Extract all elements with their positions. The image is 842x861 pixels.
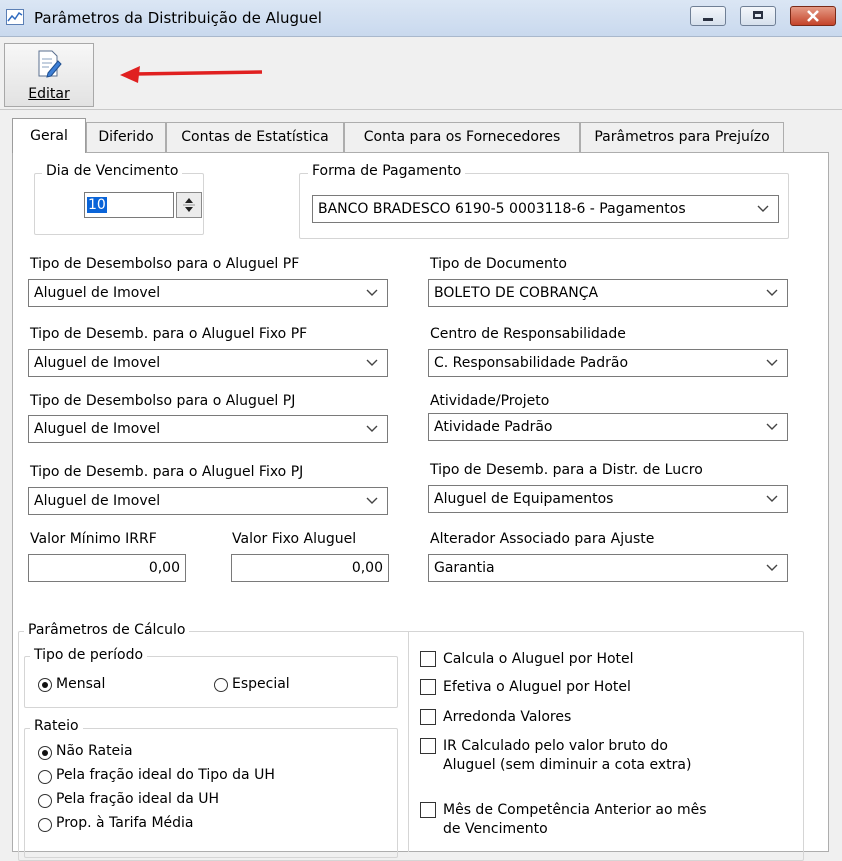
- label-valor-minimo-irrf: Valor Mínimo IRRF: [30, 531, 157, 547]
- input-valor-fixo-aluguel[interactable]: 0,00: [231, 554, 389, 582]
- chevron-down-icon: [766, 423, 778, 430]
- value-desembolso-fixo-pf: Aluguel de Imovel: [34, 355, 161, 371]
- radio-nao-rateia-label: Não Rateia: [56, 743, 133, 759]
- dia-vencimento-spinner[interactable]: [176, 192, 202, 218]
- chevron-down-icon: [757, 205, 769, 212]
- chevron-down-icon: [766, 564, 778, 571]
- maximize-button[interactable]: [740, 6, 776, 26]
- check-efetiva-hotel[interactable]: [420, 679, 436, 695]
- tab-contas-estatistica[interactable]: Contas de Estatística: [166, 122, 344, 152]
- check-arredonda[interactable]: [420, 709, 436, 725]
- radio-especial-label: Especial: [232, 676, 290, 692]
- tab-conta-fornecedores[interactable]: Conta para os Fornecedores: [344, 122, 580, 152]
- check-mes-competencia-label: Mês de Competência Anterior ao mês de Ve…: [443, 802, 707, 837]
- tab-parametros-prejuizo[interactable]: Parâmetros para Prejuízo: [580, 122, 784, 152]
- radio-fracao-tipo-uh[interactable]: [38, 770, 52, 784]
- chevron-down-icon: [766, 495, 778, 502]
- value-atividade-projeto: Atividade Padrão: [434, 419, 553, 435]
- check-calcula-hotel-label: Calcula o Aluguel por Hotel: [443, 651, 634, 667]
- window-title: Parâmetros da Distribuição de Aluguel: [34, 9, 322, 27]
- radio-fracao-uh-label: Pela fração ideal da UH: [56, 791, 220, 807]
- radio-mensal[interactable]: [38, 678, 52, 692]
- check-calcula-hotel[interactable]: [420, 651, 436, 667]
- label-centro-responsabilidade: Centro de Responsabilidade: [430, 326, 626, 342]
- label-valor-fixo-aluguel: Valor Fixo Aluguel: [232, 531, 357, 547]
- value-distr-lucro: Aluguel de Equipamentos: [434, 491, 614, 507]
- dia-vencimento-input[interactable]: 10: [84, 192, 174, 218]
- rateio-legend: Rateio: [30, 718, 83, 734]
- select-desembolso-pj[interactable]: Aluguel de Imovel: [28, 415, 388, 443]
- chart-line-icon: [6, 9, 24, 25]
- chevron-down-icon: [766, 359, 778, 366]
- tab-diferido[interactable]: Diferido: [86, 122, 166, 152]
- select-desembolso-pf[interactable]: Aluguel de Imovel: [28, 279, 388, 307]
- radio-mensal-label: Mensal: [56, 676, 106, 692]
- value-alterador-ajuste: Garantia: [434, 560, 495, 576]
- minimize-button[interactable]: [690, 6, 726, 26]
- radio-tarifa-media[interactable]: [38, 818, 52, 832]
- value-desembolso-pf: Aluguel de Imovel: [34, 285, 161, 301]
- red-arrow-annotation: [120, 66, 263, 83]
- chevron-down-icon: [366, 289, 378, 296]
- radio-fracao-tipo-uh-label: Pela fração ideal do Tipo da UH: [56, 767, 275, 783]
- close-icon: [807, 10, 819, 22]
- value-desembolso-fixo-pj: Aluguel de Imovel: [34, 493, 161, 509]
- chevron-down-icon: [366, 359, 378, 366]
- radio-fracao-uh[interactable]: [38, 794, 52, 808]
- tab-geral[interactable]: Geral: [12, 118, 86, 153]
- input-valor-minimo-irrf[interactable]: 0,00: [28, 554, 186, 582]
- calculo-legend: Parâmetros de Cálculo: [24, 622, 190, 638]
- value-tipo-documento: BOLETO DE COBRANÇA: [434, 285, 599, 301]
- value-desembolso-pj: Aluguel de Imovel: [34, 421, 161, 437]
- value-centro-responsabilidade: C. Responsabilidade Padrão: [434, 355, 629, 371]
- label-alterador-ajuste: Alterador Associado para Ajuste: [430, 531, 655, 547]
- check-efetiva-hotel-label: Efetiva o Aluguel por Hotel: [443, 679, 631, 695]
- chevron-down-icon: [366, 425, 378, 432]
- select-desembolso-fixo-pf[interactable]: Aluguel de Imovel: [28, 349, 388, 377]
- spinner-arrows-icon: [183, 198, 195, 212]
- maximize-icon: [753, 11, 763, 19]
- radio-nao-rateia[interactable]: [38, 746, 52, 760]
- forma-pagamento-legend: Forma de Pagamento: [308, 163, 466, 179]
- radio-especial[interactable]: [214, 678, 228, 692]
- label-desembolso-fixo-pf: Tipo de Desemb. para o Aluguel Fixo PF: [30, 326, 308, 342]
- calculo-divider: [408, 632, 409, 852]
- check-arredonda-label: Arredonda Valores: [443, 709, 572, 725]
- forma-pagamento-value: BANCO BRADESCO 6190-5 0003118-6 - Pagame…: [318, 201, 686, 217]
- select-atividade-projeto[interactable]: Atividade Padrão: [428, 413, 788, 441]
- tipo-periodo-legend: Tipo de período: [30, 647, 148, 663]
- select-tipo-documento[interactable]: BOLETO DE COBRANÇA: [428, 279, 788, 307]
- minimize-icon: [703, 18, 713, 21]
- close-button[interactable]: [790, 6, 836, 26]
- select-distr-lucro[interactable]: Aluguel de Equipamentos: [428, 485, 788, 513]
- label-desembolso-fixo-pj: Tipo de Desemb. para o Aluguel Fixo PJ: [30, 464, 304, 480]
- label-desembolso-pj: Tipo de Desembolso para o Aluguel PJ: [30, 393, 296, 409]
- label-desembolso-pf: Tipo de Desembolso para o Aluguel PF: [30, 256, 300, 272]
- check-ir-bruto-label: IR Calculado pelo valor bruto do Aluguel…: [443, 738, 692, 773]
- select-centro-responsabilidade[interactable]: C. Responsabilidade Padrão: [428, 349, 788, 377]
- edit-button-label: Editar: [28, 86, 70, 102]
- select-alterador-ajuste[interactable]: Garantia: [428, 554, 788, 582]
- forma-pagamento-select[interactable]: BANCO BRADESCO 6190-5 0003118-6 - Pagame…: [312, 195, 779, 223]
- chevron-down-icon: [366, 497, 378, 504]
- check-ir-bruto[interactable]: [420, 738, 436, 754]
- select-desembolso-fixo-pj[interactable]: Aluguel de Imovel: [28, 487, 388, 515]
- label-atividade-projeto: Atividade/Projeto: [430, 393, 550, 409]
- label-tipo-documento: Tipo de Documento: [430, 256, 567, 272]
- label-distr-lucro: Tipo de Desemb. para a Distr. de Lucro: [430, 462, 703, 478]
- edit-document-icon: [38, 50, 62, 78]
- chevron-down-icon: [766, 289, 778, 296]
- radio-tarifa-media-label: Prop. à Tarifa Média: [56, 815, 194, 831]
- dia-vencimento-legend: Dia de Vencimento: [42, 163, 183, 179]
- check-mes-competencia[interactable]: [420, 802, 436, 818]
- dia-vencimento-value: 10: [87, 197, 107, 213]
